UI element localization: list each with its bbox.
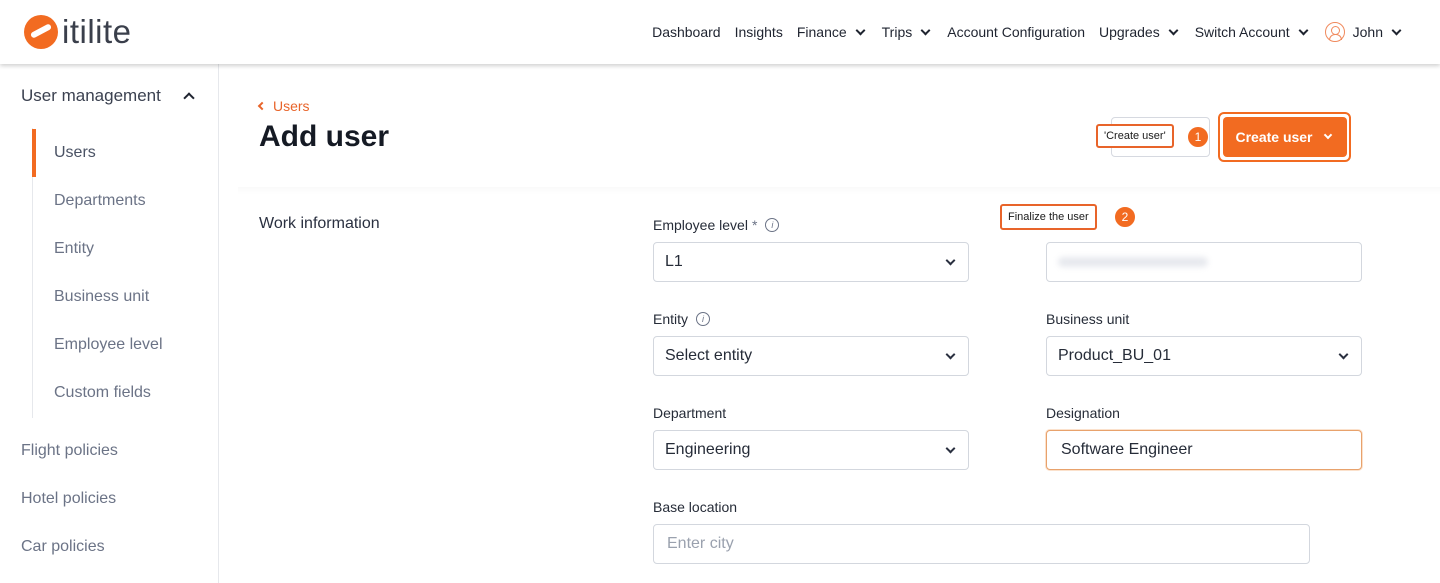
chevron-down-icon <box>1168 25 1179 35</box>
section-divider <box>238 187 1440 195</box>
annotation-badge-1: 1 <box>1187 126 1209 148</box>
nav-label: Finance <box>796 24 847 40</box>
select-value: Select entity <box>665 347 753 364</box>
select-value: L1 <box>665 253 683 270</box>
nav-switch-account[interactable]: Switch Account <box>1195 24 1311 40</box>
nav-insights[interactable]: Insights <box>735 24 783 40</box>
base-location-field[interactable] <box>653 524 1310 564</box>
sidebar: User management Users Departments Entity… <box>0 64 219 583</box>
back-label: Users <box>273 98 310 114</box>
designation-input[interactable]: Software Engineer <box>1046 430 1362 470</box>
annotation-create-user: 'Create user' <box>1096 124 1174 148</box>
base-location-label: Base location <box>653 499 737 515</box>
label-text: Business unit <box>1046 311 1130 327</box>
nav-label: Insights <box>734 24 783 40</box>
nav-dashboard[interactable]: Dashboard <box>652 24 721 40</box>
nav-upgrades[interactable]: Upgrades <box>1099 24 1181 40</box>
nav-account-configuration[interactable]: Account Configuration <box>947 24 1085 40</box>
employee-level-label: Employee level * i <box>653 217 780 233</box>
business-unit-label: Business unit <box>1046 311 1129 327</box>
sidebar-item-business-unit[interactable]: Business unit <box>54 288 149 306</box>
chevron-down-icon <box>1338 349 1349 360</box>
nav-label: Upgrades <box>1099 24 1160 40</box>
nav-trips[interactable]: Trips <box>882 24 934 40</box>
nav-label: Switch Account <box>1194 24 1290 40</box>
nav-label: Trips <box>881 24 913 40</box>
main-nav: Dashboard Insights Finance Trips Account… <box>652 0 1404 64</box>
user-name: John <box>1352 24 1383 40</box>
chevron-left-icon <box>257 101 267 111</box>
logo-text: itilite <box>62 13 132 50</box>
nav-label: Dashboard <box>652 24 721 40</box>
sidebar-item-custom-fields[interactable]: Custom fields <box>54 384 151 402</box>
select-value: Product_BU_01 <box>1058 347 1171 364</box>
sidebar-item-flight-policies[interactable]: Flight policies <box>21 442 118 460</box>
itilite-logo[interactable]: itilite <box>24 12 132 52</box>
page-title: Add user <box>259 120 390 153</box>
chevron-down-icon <box>1323 130 1332 140</box>
designation-label: Designation <box>1046 405 1120 421</box>
chevron-down-icon <box>1391 25 1402 35</box>
create-user-label: Create user <box>1235 129 1313 145</box>
chevron-down-icon <box>920 25 931 35</box>
chevron-down-icon <box>945 349 956 360</box>
label-text: Entity <box>653 311 689 327</box>
annotation-finalize-user: Finalize the user <box>1000 204 1097 230</box>
employee-id-input[interactable] <box>1046 242 1362 282</box>
label-text: Base location <box>653 499 738 515</box>
active-indicator <box>32 129 36 177</box>
label-text: Employee level <box>653 217 748 233</box>
sidebar-item-employee-level[interactable]: Employee level <box>54 336 163 354</box>
required-mark: * <box>751 217 758 233</box>
top-navbar: itilite Dashboard Insights Finance Trips… <box>0 0 1440 64</box>
chevron-down-icon <box>945 443 956 454</box>
base-location-input[interactable] <box>667 535 1298 553</box>
sidebar-group-label: User management <box>21 86 161 105</box>
input-value: Software Engineer <box>1061 441 1193 458</box>
department-select[interactable]: Engineering <box>653 430 969 470</box>
redacted-value <box>1058 257 1208 267</box>
sidebar-item-users[interactable]: Users <box>54 144 96 162</box>
info-icon[interactable]: i <box>696 312 711 326</box>
entity-select[interactable]: Select entity <box>653 336 969 376</box>
select-value: Engineering <box>665 441 751 458</box>
section-title-work-information: Work information <box>259 215 380 232</box>
department-label: Department <box>653 405 726 421</box>
annotation-badge-2: 2 <box>1114 206 1136 228</box>
label-text: Department <box>653 405 727 421</box>
sidebar-group-user-management[interactable]: User management <box>21 86 161 106</box>
nav-finance[interactable]: Finance <box>797 24 868 40</box>
sidebar-item-entity[interactable]: Entity <box>54 240 94 258</box>
back-to-users-link[interactable]: Users <box>257 98 310 114</box>
user-menu[interactable]: John <box>1324 22 1404 42</box>
sidebar-item-departments[interactable]: Departments <box>54 192 146 210</box>
info-icon[interactable]: i <box>765 218 780 232</box>
create-user-button[interactable]: Create user <box>1223 117 1347 157</box>
chevron-down-icon <box>855 25 866 35</box>
plane-logo-icon <box>24 15 58 49</box>
label-text: Designation <box>1046 405 1120 421</box>
chevron-up-icon[interactable] <box>183 92 195 104</box>
chevron-down-icon <box>945 255 956 266</box>
chevron-down-icon <box>1298 25 1309 35</box>
entity-label: Entity i <box>653 311 711 327</box>
sidebar-item-hotel-policies[interactable]: Hotel policies <box>21 490 116 508</box>
sidebar-item-car-policies[interactable]: Car policies <box>21 538 105 556</box>
nav-label: Account Configuration <box>947 24 1085 40</box>
business-unit-select[interactable]: Product_BU_01 <box>1046 336 1362 376</box>
user-avatar-icon <box>1324 22 1345 42</box>
employee-level-select[interactable]: L1 <box>653 242 969 282</box>
